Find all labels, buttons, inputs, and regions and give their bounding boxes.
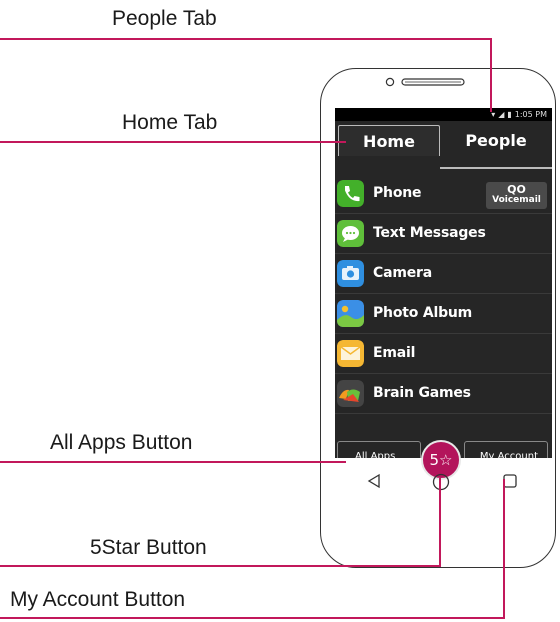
callout-lines (0, 38, 505, 619)
fivestar-leader-line (0, 478, 441, 567)
my-account-leader-line (0, 479, 505, 619)
people-tab-leader-line (0, 38, 492, 112)
